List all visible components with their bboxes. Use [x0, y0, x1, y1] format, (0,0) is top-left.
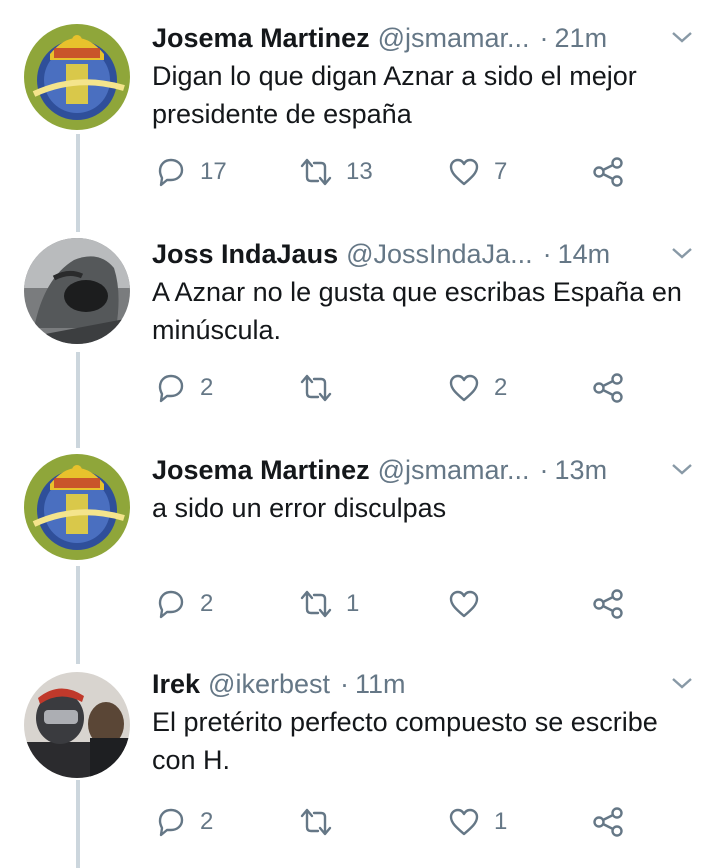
reply-icon — [158, 808, 184, 837]
tweet-header: Josema Martinez @jsmamar... · 13m — [152, 450, 657, 490]
like-count: 1 — [494, 808, 508, 835]
heart-icon — [449, 158, 479, 186]
reply-button[interactable]: 2 — [154, 584, 213, 624]
tweet-text: a sido un error disculpas — [152, 493, 447, 523]
tweet-text: Digan lo que digan Aznar a sido el mejor… — [152, 61, 637, 129]
reply-count: 2 — [200, 590, 214, 617]
timestamp[interactable]: 21m — [555, 23, 608, 53]
tweet-header: Joss IndaJaus @JossIndaJa... · 14m — [152, 234, 657, 274]
avatar[interactable] — [24, 672, 130, 778]
chevron-down-icon[interactable] — [671, 30, 693, 44]
like-count: 7 — [494, 158, 508, 185]
timestamp[interactable]: 11m — [355, 669, 406, 699]
reply-count: 2 — [200, 808, 214, 835]
separator-dot: · — [542, 239, 552, 269]
author-handle[interactable]: @jsmamar... — [378, 455, 530, 485]
tweet-text: El pretérito perfecto compuesto se escri… — [152, 707, 658, 775]
reply-count: 2 — [200, 374, 214, 401]
author-handle[interactable]: @jsmamar... — [378, 23, 530, 53]
retweet-button[interactable] — [300, 368, 346, 408]
share-button[interactable] — [592, 152, 624, 192]
timestamp[interactable]: 14m — [558, 239, 611, 269]
author-name[interactable]: Irek — [152, 669, 200, 699]
tweet[interactable]: Josema Martinez @jsmamar... · 13m a sido un… — [0, 450, 717, 650]
share-button[interactable] — [592, 368, 624, 408]
share-icon — [593, 589, 623, 619]
share-icon — [593, 807, 623, 837]
reply-count: 17 — [200, 158, 227, 185]
helmet-photo-avatar — [24, 672, 130, 778]
stone-sculpture-avatar — [24, 238, 130, 344]
retweet-icon — [300, 374, 332, 402]
like-button[interactable]: 1 — [448, 802, 507, 842]
share-icon — [593, 157, 623, 187]
heart-icon — [449, 590, 479, 618]
retweet-count: 1 — [346, 590, 360, 617]
avatar[interactable] — [24, 454, 130, 560]
share-icon — [593, 373, 623, 403]
like-button[interactable]: 2 — [448, 368, 507, 408]
author-handle[interactable]: @JossIndaJa... — [346, 239, 533, 269]
tweet[interactable]: Josema Martinez @jsmamar... · 21m Digan lo … — [0, 18, 717, 218]
retweet-button[interactable]: 1 — [300, 584, 359, 624]
reply-icon — [158, 374, 184, 403]
chevron-down-icon[interactable] — [671, 246, 693, 260]
heart-icon — [449, 374, 479, 402]
like-count: 2 — [494, 374, 508, 401]
retweet-icon — [300, 590, 332, 618]
reply-button[interactable]: 2 — [154, 802, 213, 842]
heart-icon — [449, 808, 479, 836]
like-button[interactable]: 7 — [448, 152, 507, 192]
retweet-icon — [300, 158, 332, 186]
author-name[interactable]: Joss IndaJaus — [152, 239, 338, 269]
separator-dot: · — [539, 23, 549, 53]
timestamp[interactable]: 13m — [555, 455, 608, 485]
retweet-button[interactable]: 13 — [300, 152, 373, 192]
reply-icon — [158, 158, 184, 187]
share-button[interactable] — [592, 802, 624, 842]
tweet-header: Josema Martinez @jsmamar... · 21m — [152, 18, 657, 58]
retweet-icon — [300, 808, 332, 836]
reply-button[interactable]: 17 — [154, 152, 227, 192]
reply-button[interactable]: 2 — [154, 368, 213, 408]
real-madrid-crest-avatar — [24, 24, 130, 130]
author-name[interactable]: Josema Martinez — [152, 455, 370, 485]
retweet-count: 13 — [346, 158, 373, 185]
like-button[interactable] — [448, 584, 494, 624]
separator-dot: · — [539, 455, 549, 485]
chevron-down-icon[interactable] — [671, 676, 693, 690]
real-madrid-crest-avatar — [24, 454, 130, 560]
tweet-header: Irek @ikerbest · 11m — [152, 664, 657, 704]
separator-dot: · — [340, 669, 349, 699]
tweet-text: A Aznar no le gusta que escribas España … — [152, 277, 682, 345]
reply-icon — [158, 590, 184, 619]
share-button[interactable] — [592, 584, 624, 624]
avatar[interactable] — [24, 238, 130, 344]
author-name[interactable]: Josema Martinez — [152, 23, 370, 53]
author-handle[interactable]: @ikerbest — [208, 669, 330, 699]
retweet-button[interactable] — [300, 802, 346, 842]
tweet[interactable]: Irek @ikerbest · 11m El pretérito perfecto … — [0, 664, 717, 868]
chevron-down-icon[interactable] — [671, 462, 693, 476]
tweet[interactable]: Joss IndaJaus @JossIndaJa... · 14m A Aznar … — [0, 234, 717, 434]
avatar[interactable] — [24, 24, 130, 130]
